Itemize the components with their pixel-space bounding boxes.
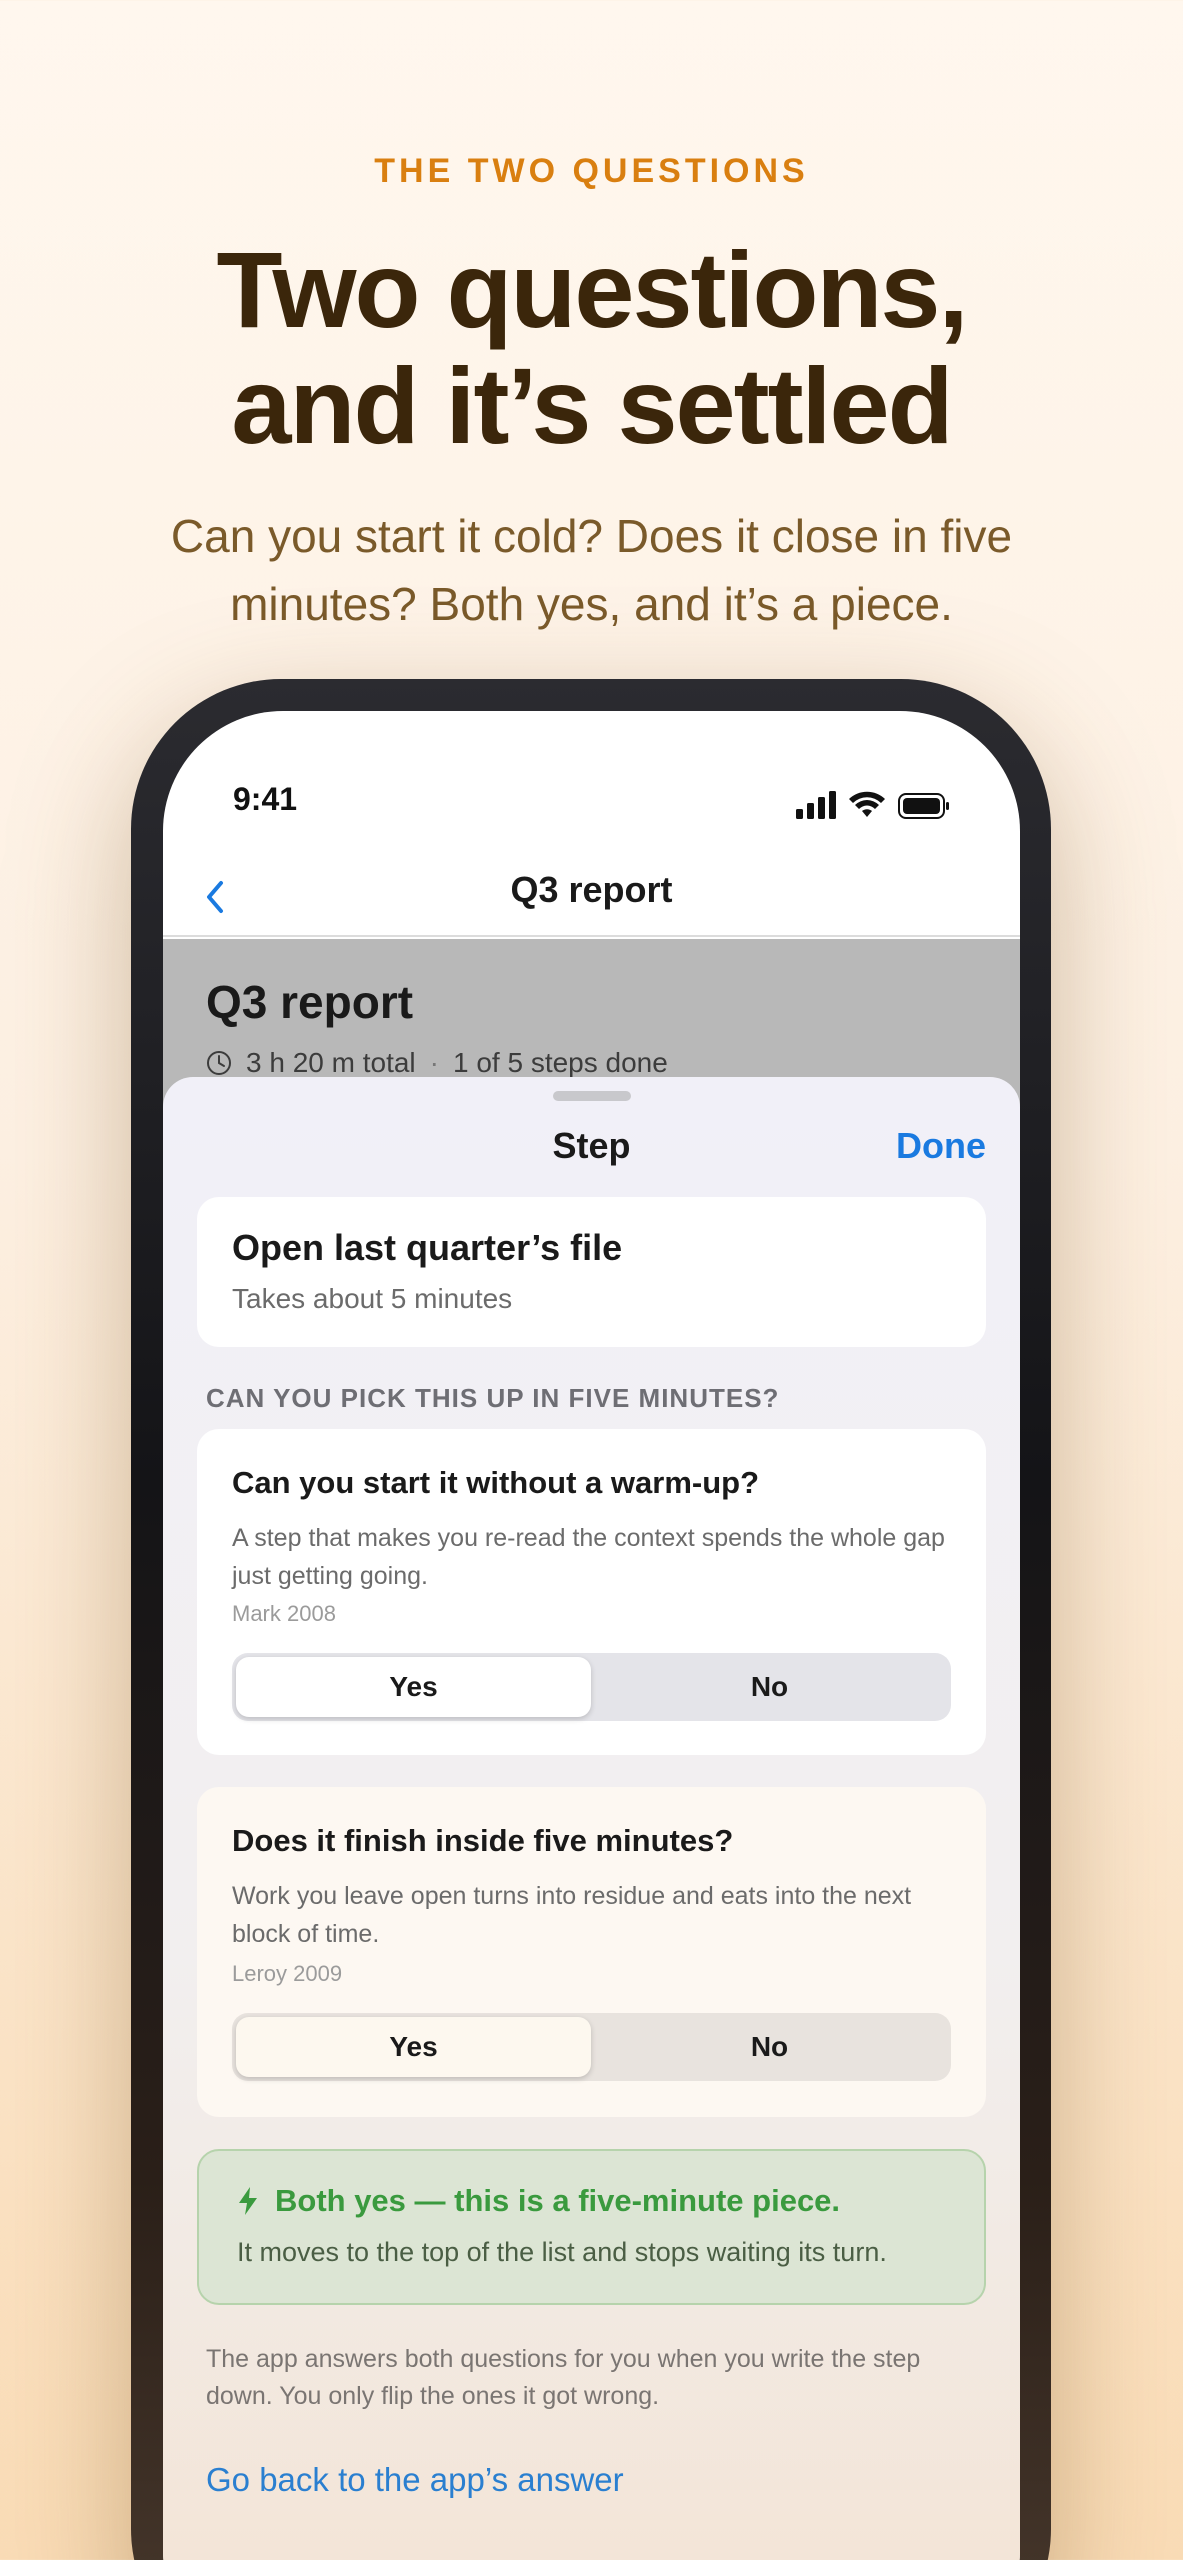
revert-link[interactable]: Go back to the app’s answer xyxy=(206,2461,624,2499)
yes-no-toggle: Yes No xyxy=(232,2013,951,2081)
footnote: The app answers both questions for you w… xyxy=(206,2345,921,2410)
question-card-warmup: Can you start it without a warm-up? A st… xyxy=(197,1429,986,1755)
sheet-title: Step xyxy=(552,1125,631,1166)
eyebrow: THE TWO QUESTIONS xyxy=(374,152,809,190)
result-body: It moves to the top of the list and stop… xyxy=(237,2237,887,2267)
question-citation: Leroy 2009 xyxy=(232,1961,343,1986)
step-duration: Takes about 5 minutes xyxy=(232,1283,513,1314)
no-option[interactable]: No xyxy=(592,1657,947,1717)
question-body: A step that makes you re-read the contex… xyxy=(232,1524,945,1590)
headline-line-1: Two questions, xyxy=(216,229,969,350)
question-title: Does it finish inside five minutes? xyxy=(232,1823,734,1858)
steps-progress: 1 of 5 steps done xyxy=(452,1047,668,1078)
nav-bar: Q3 report xyxy=(163,851,1020,937)
step-title: Open last quarter’s file xyxy=(232,1227,623,1268)
question-card-five-minutes: Does it finish inside five minutes? Work… xyxy=(197,1787,986,2117)
wifi-icon xyxy=(849,791,885,817)
result-banner: Both yes — this is a five-minute piece. … xyxy=(197,2149,986,2305)
total-time: 3 h 20 m total xyxy=(246,1047,416,1078)
no-option[interactable]: No xyxy=(592,2017,947,2077)
battery-icon xyxy=(898,793,949,819)
background-page-meta: 3 h 20 m total · 1 of 5 steps done xyxy=(206,1047,668,1079)
question-title: Can you start it without a warm-up? xyxy=(232,1465,760,1500)
section-label: CAN YOU PICK THIS UP IN FIVE MINUTES? xyxy=(206,1383,780,1413)
background-page-title: Q3 report xyxy=(206,976,414,1028)
yes-no-toggle: Yes No xyxy=(232,1653,951,1721)
clock-icon xyxy=(207,1051,231,1075)
question-body: Work you leave open turns into residue a… xyxy=(232,1882,912,1948)
bolt-icon xyxy=(239,2187,257,2215)
result-title: Both yes — this is a five-minute piece. xyxy=(275,2183,841,2218)
headline: Two questions, and it’s settled xyxy=(0,232,1183,464)
status-time: 9:41 xyxy=(233,781,298,817)
status-bar: 9:41 xyxy=(163,711,1020,851)
done-button[interactable]: Done xyxy=(896,1125,986,1167)
nav-title: Q3 report xyxy=(510,869,673,910)
result-title-row: Both yes — this is a five-minute piece. xyxy=(237,2183,840,2219)
status-icons xyxy=(796,791,950,819)
step-sheet: Step Done Open last quarter’s file Takes… xyxy=(163,1077,1020,2560)
phone-screen: 9:41 Q3 report Q3 report 3 h 20 m total … xyxy=(163,711,1020,2560)
subtitle: Can you start it cold? Does it close in … xyxy=(170,510,1013,630)
sheet-grabber[interactable] xyxy=(553,1091,631,1101)
step-card: Open last quarter’s file Takes about 5 m… xyxy=(197,1197,986,1347)
yes-option[interactable]: Yes xyxy=(236,1657,591,1717)
meta-separator: · xyxy=(429,1047,439,1078)
signal-icon xyxy=(796,791,836,819)
question-citation: Mark 2008 xyxy=(232,1601,336,1626)
headline-line-2: and it’s settled xyxy=(231,345,953,466)
yes-option[interactable]: Yes xyxy=(236,2017,591,2077)
